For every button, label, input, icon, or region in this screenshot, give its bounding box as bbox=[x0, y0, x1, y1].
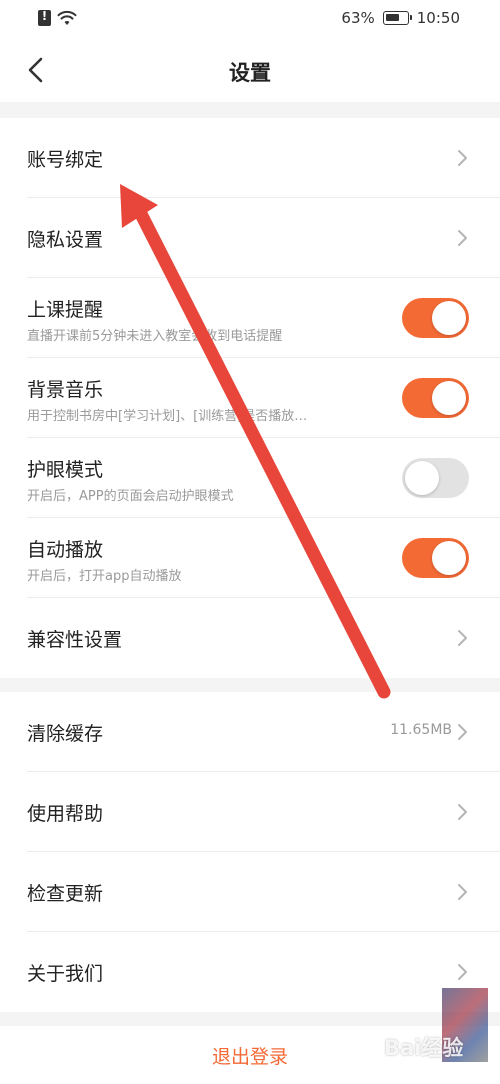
setting-title: 兼容性设置 bbox=[27, 629, 123, 651]
group2-setting-row-0[interactable]: 清除缓存 11.65MB bbox=[0, 692, 500, 772]
group2-setting-row-2[interactable]: 检查更新 bbox=[0, 852, 500, 932]
watermark-logo: Bai经验 bbox=[384, 1036, 464, 1060]
setting-title: 使用帮助 bbox=[27, 803, 104, 825]
settings-group-system: 清除缓存 11.65MB 使用帮助检查更新关于我们 bbox=[0, 692, 500, 1012]
chevron-right-icon bbox=[458, 964, 467, 980]
setting-title: 清除缓存 bbox=[27, 723, 104, 745]
group1-setting-row-6[interactable]: 兼容性设置 bbox=[0, 598, 500, 678]
battery-icon bbox=[382, 11, 412, 25]
group1-setting-row-4[interactable]: 护眼模式开启后，APP的页面会启动护眼模式 bbox=[0, 438, 500, 518]
page-title: 设置 bbox=[229, 61, 271, 85]
setting-description: 开启后，打开app自动播放 bbox=[27, 569, 182, 584]
chevron-right-icon bbox=[458, 804, 467, 820]
setting-description: 用于控制书房中[学习计划]、[训练营]是否播放… bbox=[27, 409, 308, 424]
chevron-right-icon bbox=[458, 150, 467, 166]
group1-setting-row-2[interactable]: 上课提醒直播开课前5分钟未进入教室会收到电话提醒 bbox=[0, 278, 500, 358]
settings-group-general: 账号绑定隐私设置上课提醒直播开课前5分钟未进入教室会收到电话提醒背景音乐用于控制… bbox=[0, 118, 500, 678]
group2-setting-row-3[interactable]: 关于我们 bbox=[0, 932, 500, 1012]
toggle-switch[interactable] bbox=[402, 458, 469, 498]
group1-setting-row-5[interactable]: 自动播放开启后，打开app自动播放 bbox=[0, 518, 500, 598]
toggle-knob bbox=[432, 301, 466, 335]
setting-title: 隐私设置 bbox=[27, 229, 104, 251]
group1-setting-row-0[interactable]: 账号绑定 bbox=[0, 118, 500, 198]
navigation-header: 设置 bbox=[0, 40, 500, 102]
setting-title: 上课提醒 bbox=[27, 299, 104, 321]
settings-screen: 63% 10:50 设置 账号绑定隐私设置上课提醒直播开课前5分钟未进入教室会收… bbox=[0, 0, 500, 1084]
battery-percentage: 63% bbox=[341, 9, 375, 27]
group1-setting-row-3[interactable]: 背景音乐用于控制书房中[学习计划]、[训练营]是否播放… bbox=[0, 358, 500, 438]
toggle-switch[interactable] bbox=[402, 298, 469, 338]
toggle-knob bbox=[432, 381, 466, 415]
setting-title: 自动播放 bbox=[27, 539, 104, 561]
setting-description: 开启后，APP的页面会启动护眼模式 bbox=[27, 489, 234, 504]
setting-value: 11.65MB bbox=[390, 722, 452, 738]
setting-title: 护眼模式 bbox=[27, 459, 104, 481]
alert-icon bbox=[38, 9, 51, 26]
wifi-icon bbox=[57, 10, 77, 25]
chevron-right-icon bbox=[458, 230, 467, 246]
chevron-right-icon bbox=[458, 630, 467, 646]
toggle-knob bbox=[405, 461, 439, 495]
toggle-knob bbox=[432, 541, 466, 575]
setting-description: 直播开课前5分钟未进入教室会收到电话提醒 bbox=[27, 329, 283, 344]
group2-setting-row-1[interactable]: 使用帮助 bbox=[0, 772, 500, 852]
setting-title: 检查更新 bbox=[27, 883, 104, 905]
logout-label: 退出登录 bbox=[211, 1046, 288, 1068]
setting-title: 背景音乐 bbox=[27, 379, 104, 401]
group1-setting-row-1[interactable]: 隐私设置 bbox=[0, 198, 500, 278]
toggle-switch[interactable] bbox=[402, 538, 469, 578]
setting-title: 账号绑定 bbox=[27, 149, 104, 171]
toggle-switch[interactable] bbox=[402, 378, 469, 418]
chevron-right-icon bbox=[458, 724, 467, 740]
status-bar: 63% 10:50 bbox=[0, 0, 500, 40]
clock: 10:50 bbox=[416, 9, 460, 27]
setting-title: 关于我们 bbox=[27, 963, 104, 985]
chevron-right-icon bbox=[458, 884, 467, 900]
